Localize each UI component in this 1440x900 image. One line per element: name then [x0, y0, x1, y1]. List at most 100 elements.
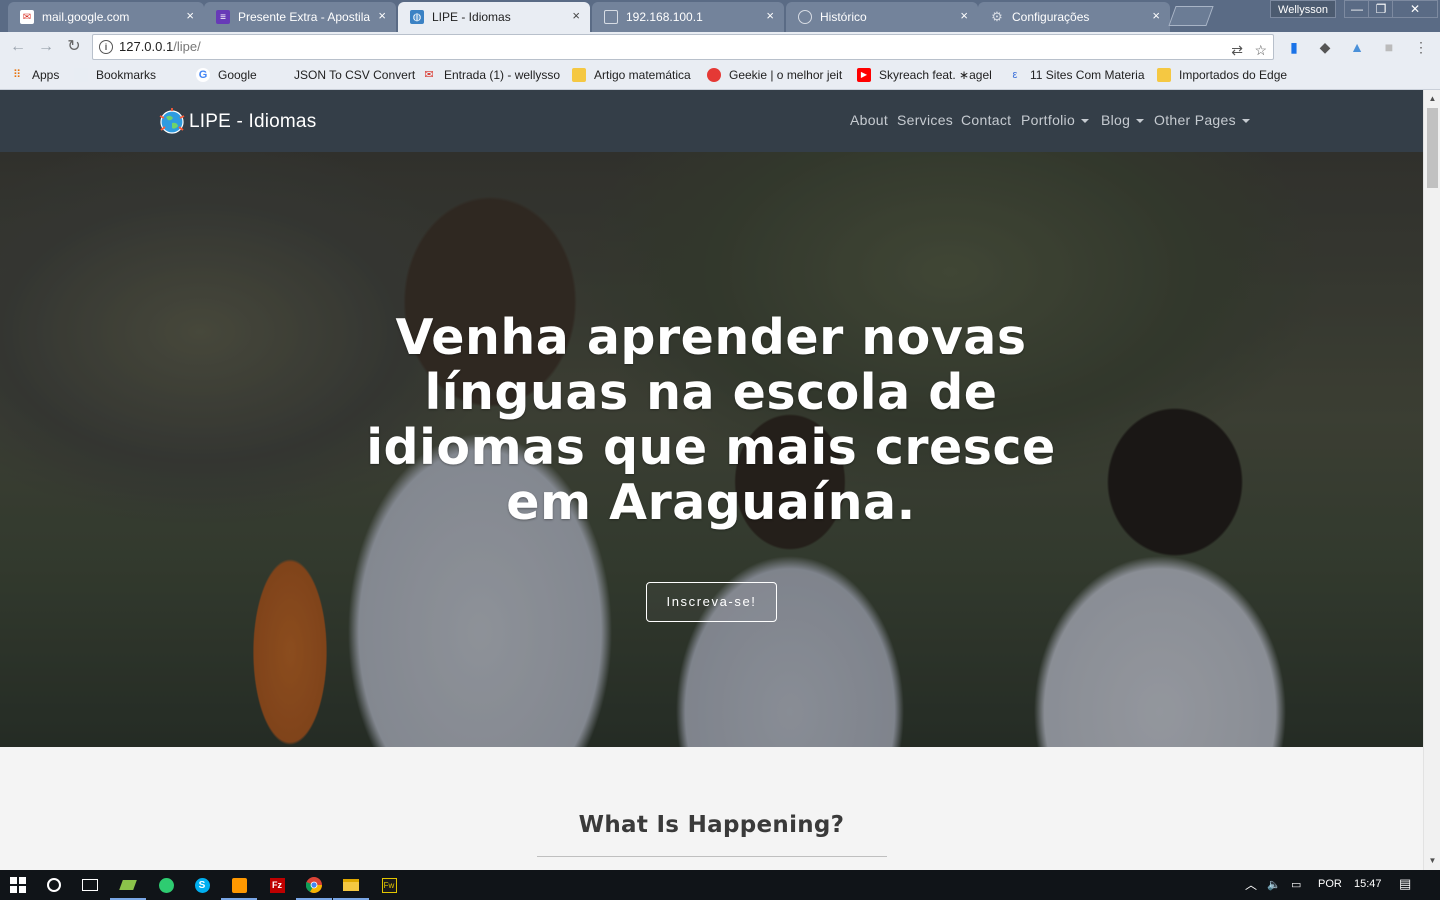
site-icon: ε: [1012, 69, 1018, 81]
section-title: What Is Happening?: [578, 812, 845, 838]
google-icon: G: [196, 68, 210, 82]
cortana-icon[interactable]: [43, 874, 65, 896]
hero-title: Venha aprender novas línguas na escola d…: [366, 309, 1056, 531]
network-icon[interactable]: ▭: [1291, 878, 1301, 891]
minimize-icon[interactable]: —: [1344, 0, 1370, 18]
settings-icon: ⚙: [991, 9, 1003, 24]
nav-services[interactable]: Services: [897, 112, 953, 128]
maximize-icon[interactable]: ❐: [1368, 0, 1394, 18]
close-tab-icon[interactable]: ×: [1152, 9, 1160, 23]
tab-history[interactable]: Histórico ×: [786, 2, 978, 32]
bookmark-geekie[interactable]: Geekie | o melhor jeit: [707, 68, 842, 82]
chevron-down-icon: [1241, 119, 1250, 124]
input-language[interactable]: POR: [1318, 878, 1342, 890]
nav-contact[interactable]: Contact: [961, 112, 1011, 128]
bookmark-extension-icon[interactable]: ▮: [1285, 38, 1303, 56]
bookmarks-bar: ⠿ Apps Bookmarks G Google JSON To CSV Conv…: [0, 62, 1440, 90]
whatsapp-icon[interactable]: [155, 874, 177, 896]
chrome-menu-icon[interactable]: ⋮: [1412, 38, 1430, 56]
volume-icon[interactable]: 🔈: [1267, 878, 1281, 891]
tab-title: Presente Extra - Apostila: [238, 10, 371, 24]
clock[interactable]: 15:47: [1354, 878, 1382, 890]
filezilla-icon[interactable]: Fz: [266, 874, 288, 896]
apps-grid-icon: ⠿: [12, 69, 22, 81]
url-host: 127.0.0.1: [119, 39, 174, 54]
browser-toolbar: ← → ↻ i 127.0.0.1/lipe/ ⇄ ☆ ▮ ◆ ▲ ■ ⋮: [0, 32, 1440, 62]
eraser-extension-icon[interactable]: ◆: [1316, 38, 1334, 56]
task-view-icon[interactable]: [79, 874, 101, 896]
tab-apostila[interactable]: ≡ Presente Extra - Apostila ×: [204, 2, 396, 32]
brand-link[interactable]: LIPE - Idiomas: [158, 108, 316, 136]
bookmark-importados-edge[interactable]: Importados do Edge: [1157, 68, 1287, 82]
tray-overflow-chevron-up-icon[interactable]: ︿: [1245, 876, 1257, 893]
signup-button[interactable]: Inscreva-se!: [646, 582, 777, 622]
bookmark-apps[interactable]: ⠿ Apps: [10, 68, 59, 82]
bookmark-json-to-csv[interactable]: JSON To CSV Convert: [272, 68, 415, 82]
mail-icon: ✉: [20, 10, 34, 24]
page-scrollbar[interactable]: ▲ ▼: [1423, 90, 1440, 870]
forward-icon[interactable]: →: [36, 38, 56, 56]
site-info-icon[interactable]: i: [99, 40, 113, 54]
new-tab-button[interactable]: [1168, 6, 1214, 26]
bookmark-star-icon[interactable]: ☆: [1254, 38, 1267, 62]
back-icon[interactable]: ←: [8, 38, 28, 56]
scroll-up-icon[interactable]: ▲: [1424, 92, 1440, 106]
cube-extension-icon[interactable]: ■: [1380, 38, 1398, 56]
window-close-icon[interactable]: ✕: [1392, 0, 1438, 18]
tab-router[interactable]: 192.168.100.1 ×: [592, 2, 784, 32]
layers-app-icon[interactable]: [110, 874, 146, 900]
translate-icon[interactable]: ⇄: [1231, 38, 1243, 62]
tab-title: Histórico: [820, 10, 867, 24]
bookmark-artigo[interactable]: Artigo matemática: [572, 68, 691, 82]
list-icon: ≡: [216, 10, 230, 24]
globe-icon: ◍: [410, 10, 424, 24]
nav-other-pages[interactable]: Other Pages: [1154, 112, 1250, 128]
notifications-icon[interactable]: ▤: [1399, 876, 1411, 892]
page-icon: [604, 10, 618, 24]
close-tab-icon[interactable]: ×: [960, 9, 968, 23]
url-path: /lipe/: [173, 39, 201, 54]
chevron-down-icon: [1081, 119, 1090, 124]
browser-tab-strip: ✉ mail.google.com × ≡ Presente Extra - A…: [0, 0, 1440, 32]
tab-title: Configurações: [1012, 10, 1090, 24]
folder-icon: [74, 68, 88, 82]
tab-lipe-idiomas[interactable]: ◍ LIPE - Idiomas ×: [398, 2, 590, 32]
bookmark-11-sites[interactable]: ε 11 Sites Com Materia: [1008, 68, 1145, 82]
chrome-icon[interactable]: [296, 874, 332, 900]
gmail-icon: ✉: [424, 69, 434, 81]
windows-taskbar: S Fz Fw ︿ 🔈 ▭ POR 15:47 ▤: [0, 870, 1440, 900]
address-bar[interactable]: i 127.0.0.1/lipe/ ⇄ ☆: [92, 34, 1274, 60]
bookmark-google[interactable]: G Google: [196, 68, 257, 82]
nav-blog[interactable]: Blog: [1101, 112, 1145, 128]
section-divider: [537, 856, 887, 857]
nav-portfolio[interactable]: Portfolio: [1021, 112, 1090, 128]
geekie-icon: [707, 68, 721, 82]
tab-title: 192.168.100.1: [626, 10, 703, 24]
globe-logo-icon: [159, 108, 185, 134]
sublime-text-icon[interactable]: [221, 874, 257, 900]
scrollbar-thumb[interactable]: [1427, 108, 1438, 188]
skype-icon[interactable]: S: [191, 874, 213, 896]
windows-start-icon[interactable]: [7, 874, 29, 896]
tab-settings[interactable]: ⚙ Configurações ×: [978, 2, 1170, 32]
folder-icon: [1157, 68, 1171, 82]
bookmark-skyreach[interactable]: ▶ Skyreach feat. ∗agel: [857, 68, 992, 82]
close-tab-icon[interactable]: ×: [378, 9, 386, 23]
fireworks-icon[interactable]: Fw: [378, 874, 400, 896]
tab-gmail[interactable]: ✉ mail.google.com ×: [8, 2, 204, 32]
bookmark-gmail-inbox[interactable]: ✉ Entrada (1) - wellysso: [422, 68, 560, 82]
wappalyzer-extension-icon[interactable]: ▲: [1348, 38, 1366, 56]
profile-button[interactable]: Wellysson: [1270, 0, 1336, 18]
tab-title: LIPE - Idiomas: [432, 10, 511, 24]
folder-icon: [572, 68, 586, 82]
close-tab-icon[interactable]: ×: [766, 9, 774, 23]
scroll-down-icon[interactable]: ▼: [1424, 854, 1440, 868]
reload-icon[interactable]: ↻: [64, 38, 84, 56]
close-tab-icon[interactable]: ×: [186, 9, 194, 23]
close-tab-icon[interactable]: ×: [572, 9, 580, 23]
file-explorer-icon[interactable]: [333, 874, 369, 900]
bookmark-bookmarks[interactable]: Bookmarks: [74, 68, 156, 82]
youtube-icon: ▶: [857, 68, 871, 82]
site-navbar: LIPE - Idiomas About Services Contact Po…: [0, 90, 1423, 152]
nav-about[interactable]: About: [850, 112, 888, 128]
